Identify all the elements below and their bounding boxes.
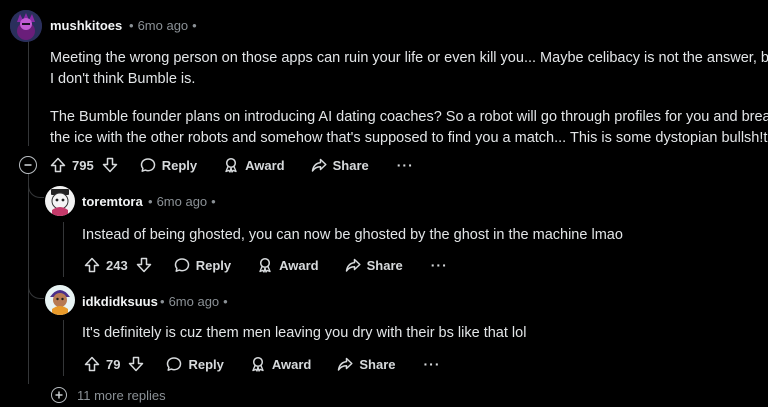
share-button[interactable]: Share <box>345 257 403 273</box>
avatar[interactable] <box>45 285 75 315</box>
award-icon <box>259 257 271 273</box>
reply-label: Reply <box>195 257 232 273</box>
downvote-button[interactable] <box>128 356 144 372</box>
username[interactable]: idkdidksuus <box>82 294 158 309</box>
comment-line: I don't think Bumble is. <box>50 71 196 87</box>
thread-line-reply-2 <box>63 320 64 376</box>
comment-line: Instead of being ghosted, you can now be… <box>82 227 623 243</box>
upvote-button[interactable] <box>50 157 66 173</box>
reply-button[interactable]: Reply <box>166 356 224 372</box>
comment-body: It's definitely is cuz them men leaving … <box>82 323 526 344</box>
separator: • <box>129 18 134 33</box>
award-icon <box>225 157 237 173</box>
separator: • <box>223 294 228 309</box>
comment-meta: • 6mo ago • <box>144 194 220 209</box>
more-options-button[interactable]: ··· <box>424 356 441 372</box>
reply-icon <box>174 258 189 272</box>
award-button[interactable]: Award <box>257 257 319 273</box>
timestamp[interactable]: 6mo ago <box>169 294 220 309</box>
thread-line-main <box>28 40 29 146</box>
upvote-icon <box>50 157 66 173</box>
separator: • <box>160 294 165 309</box>
avatar[interactable] <box>10 10 42 42</box>
vote-count: 795 <box>72 157 94 173</box>
vote-count: 243 <box>106 257 128 273</box>
award-button[interactable]: Award <box>250 356 312 372</box>
share-label: Share <box>359 356 396 372</box>
upvote-icon <box>84 356 100 372</box>
comment-action-bar: 79 Reply Award Share ··· <box>84 352 441 376</box>
downvote-icon <box>102 157 117 173</box>
reply-label: Reply <box>188 356 224 372</box>
more-replies-link[interactable]: 11 more replies <box>51 387 166 403</box>
upvote-button[interactable] <box>84 356 100 372</box>
award-button[interactable]: Award <box>223 157 285 173</box>
timestamp[interactable]: 6mo ago <box>157 194 208 209</box>
award-icon <box>252 356 264 372</box>
user-avatar-icon <box>10 10 42 42</box>
share-button[interactable]: Share <box>337 356 396 372</box>
comment-meta: • 6mo ago • <box>156 294 232 309</box>
thread-line-reply-1 <box>63 222 64 277</box>
timestamp[interactable]: 6mo ago <box>138 18 189 33</box>
award-label: Award <box>271 356 312 372</box>
more-replies-label: 11 more replies <box>77 387 166 403</box>
thread-curve-reply-2 <box>28 275 44 299</box>
downvote-icon <box>136 257 151 273</box>
reply-button[interactable]: Reply <box>140 157 197 173</box>
more-options-button[interactable]: ··· <box>431 257 448 273</box>
award-label: Award <box>279 257 319 273</box>
reply-label: Reply <box>161 157 198 173</box>
more-options-button[interactable]: ··· <box>397 157 414 173</box>
upvote-icon <box>84 257 100 273</box>
comment-body: Instead of being ghosted, you can now be… <box>82 225 623 246</box>
expand-icon <box>55 391 63 399</box>
comment-meta: • 6mo ago • <box>125 18 201 33</box>
comment-line: It's definitely is cuz them men leaving … <box>82 325 527 341</box>
reply-icon <box>140 158 155 172</box>
reply-icon <box>167 357 182 371</box>
username[interactable]: mushkitoes <box>50 18 122 33</box>
comment-body: Meeting the wrong person on those apps c… <box>50 48 768 149</box>
user-avatar-icon <box>45 285 75 315</box>
expand-button[interactable] <box>51 387 67 403</box>
avatar[interactable] <box>45 186 75 216</box>
comment-line: Meeting the wrong person on those apps c… <box>50 50 768 66</box>
reply-button[interactable]: Reply <box>174 257 231 273</box>
share-icon <box>338 357 353 371</box>
collapse-icon <box>24 164 32 166</box>
thread-curve-reply-1 <box>28 174 44 198</box>
downvote-button[interactable] <box>102 157 118 173</box>
comment-line: the ice with the other robots and someho… <box>50 130 768 146</box>
collapse-button[interactable] <box>19 156 37 174</box>
upvote-button[interactable] <box>84 257 100 273</box>
comment-line: The Bumble founder plans on introducing … <box>50 109 768 125</box>
username[interactable]: toremtora <box>82 194 143 209</box>
separator: • <box>192 18 197 33</box>
separator: • <box>148 194 153 209</box>
vote-count: 79 <box>106 356 121 372</box>
downvote-button[interactable] <box>136 257 152 273</box>
separator: • <box>211 194 216 209</box>
comment-action-bar: 243 Reply Award Share ··· <box>84 253 448 277</box>
downvote-icon <box>129 356 144 372</box>
user-avatar-icon <box>45 186 75 216</box>
award-label: Award <box>245 157 285 173</box>
share-icon <box>345 258 361 272</box>
share-button[interactable]: Share <box>311 157 369 173</box>
share-label: Share <box>332 157 369 173</box>
share-label: Share <box>366 257 403 273</box>
share-icon <box>311 158 327 172</box>
comment-action-bar: 795 Reply Award Share ··· <box>50 153 414 177</box>
